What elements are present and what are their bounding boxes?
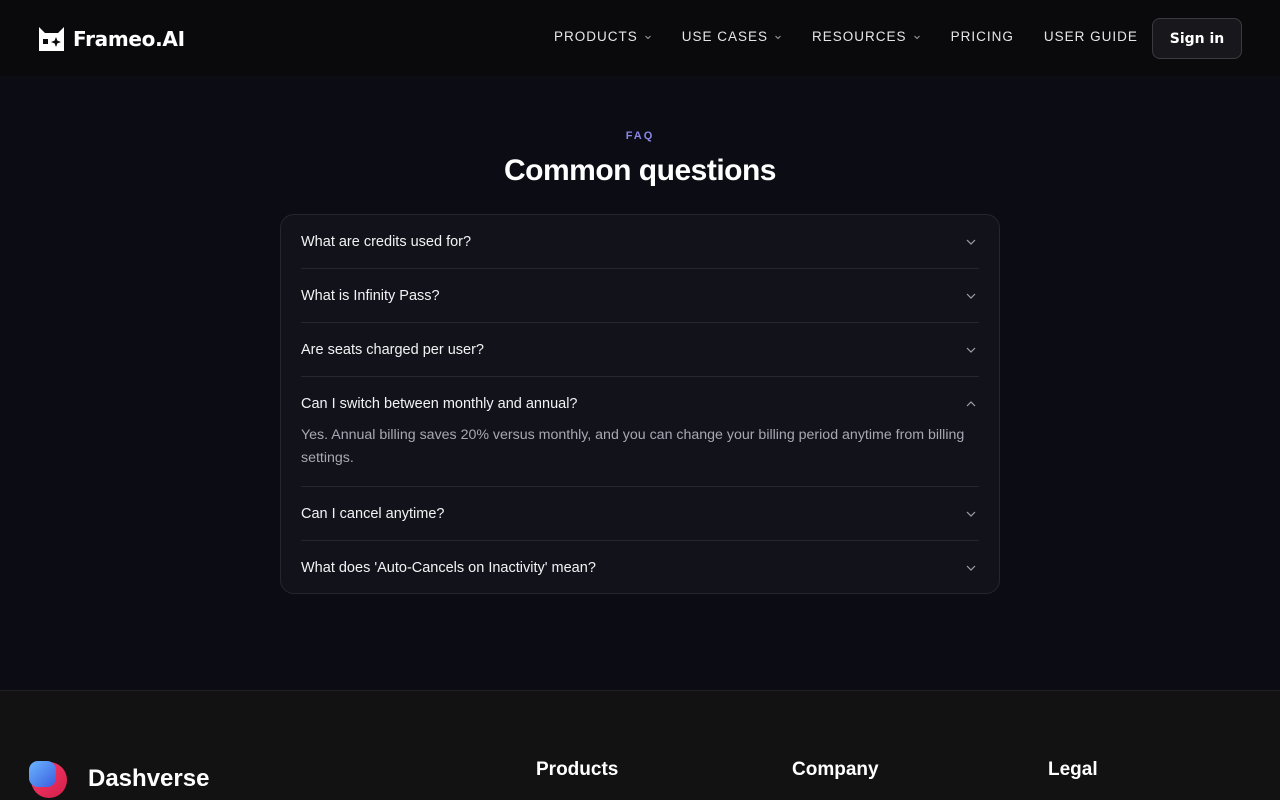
nav-item-label: PRICING xyxy=(950,29,1014,44)
nav-item-label: USE CASES xyxy=(681,29,769,44)
faq-question: Are seats charged per user? xyxy=(301,341,484,358)
faq-question-toggle[interactable]: Can I switch between monthly and annual? xyxy=(301,377,979,430)
cat-logo-icon xyxy=(39,27,64,51)
faq-question: What does 'Auto-Cancels on Inactivity' m… xyxy=(301,559,596,576)
footer-col-legal: Legal xyxy=(1048,759,1098,780)
dashverse-logo-icon xyxy=(29,761,67,798)
nav-links: PRODUCTS USE CASES RESOURCES PRICING USE… xyxy=(554,29,1138,44)
footer-brand[interactable]: Dashverse xyxy=(28,759,209,799)
faq-item: Can I cancel anytime? xyxy=(301,487,979,541)
footer-col-company: Company xyxy=(792,759,879,780)
faq-item: What are credits used for? xyxy=(301,215,979,269)
faq-item: Are seats charged per user? xyxy=(301,323,979,377)
faq-question: Can I switch between monthly and annual? xyxy=(301,395,578,412)
brand-name: Frameo.AI xyxy=(73,26,185,51)
faq-question-toggle[interactable]: What does 'Auto-Cancels on Inactivity' m… xyxy=(301,541,979,594)
faq-title: Common questions xyxy=(503,154,777,187)
faq-question: What are credits used for? xyxy=(301,233,472,250)
nav-item-use-cases[interactable]: USE CASES xyxy=(682,29,782,44)
nav-item-products[interactable]: PRODUCTS xyxy=(554,29,652,44)
chevron-down-icon xyxy=(966,293,976,299)
nav-item-label: RESOURCES xyxy=(812,29,907,44)
top-navbar: Frameo.AI PRODUCTS USE CASES RESOURCES P… xyxy=(0,0,1280,76)
faq-answer: Yes. Annual billing saves 20% versus mon… xyxy=(301,427,965,466)
chevron-up-icon xyxy=(966,400,976,406)
brand-logo[interactable]: Frameo.AI xyxy=(38,25,185,52)
faq-accordion: What are credits used for? What is Infin… xyxy=(280,214,1000,594)
nav-item-label: PRODUCTS xyxy=(554,29,638,44)
sign-in-button[interactable]: Sign in xyxy=(1152,18,1242,59)
nav-item-pricing[interactable]: PRICING xyxy=(951,29,1014,44)
faq-item-expanded: Can I switch between monthly and annual?… xyxy=(301,377,979,487)
faq-question: Can I cancel anytime? xyxy=(301,505,445,522)
faq-question-toggle[interactable]: What are credits used for? xyxy=(301,215,979,268)
faq-question-toggle[interactable]: Can I cancel anytime? xyxy=(301,487,979,540)
faq-item: What is Infinity Pass? xyxy=(301,269,979,323)
footer-brand-name: Dashverse xyxy=(88,765,210,792)
chevron-down-icon xyxy=(966,239,976,245)
faq-question-toggle[interactable]: Are seats charged per user? xyxy=(301,323,979,376)
chevron-down-icon xyxy=(966,511,976,517)
faq-item: What does 'Auto-Cancels on Inactivity' m… xyxy=(301,541,979,594)
chevron-down-icon xyxy=(644,35,651,39)
faq-eyebrow: FAQ xyxy=(625,130,655,142)
nav-item-label: USER GUIDE xyxy=(1043,29,1138,44)
chevron-down-icon xyxy=(966,565,976,571)
nav-item-resources[interactable]: RESOURCES xyxy=(812,29,921,44)
chevron-down-icon xyxy=(775,35,781,39)
nav-item-user-guide[interactable]: USER GUIDE xyxy=(1044,29,1138,44)
chevron-down-icon xyxy=(913,35,920,39)
footer-col-products: Products xyxy=(536,759,619,780)
faq-question-toggle[interactable]: What is Infinity Pass? xyxy=(301,269,979,322)
faq-question: What is Infinity Pass? xyxy=(301,287,440,304)
site-footer: Dashverse Products Company Legal xyxy=(0,690,1280,800)
chevron-down-icon xyxy=(966,347,976,353)
